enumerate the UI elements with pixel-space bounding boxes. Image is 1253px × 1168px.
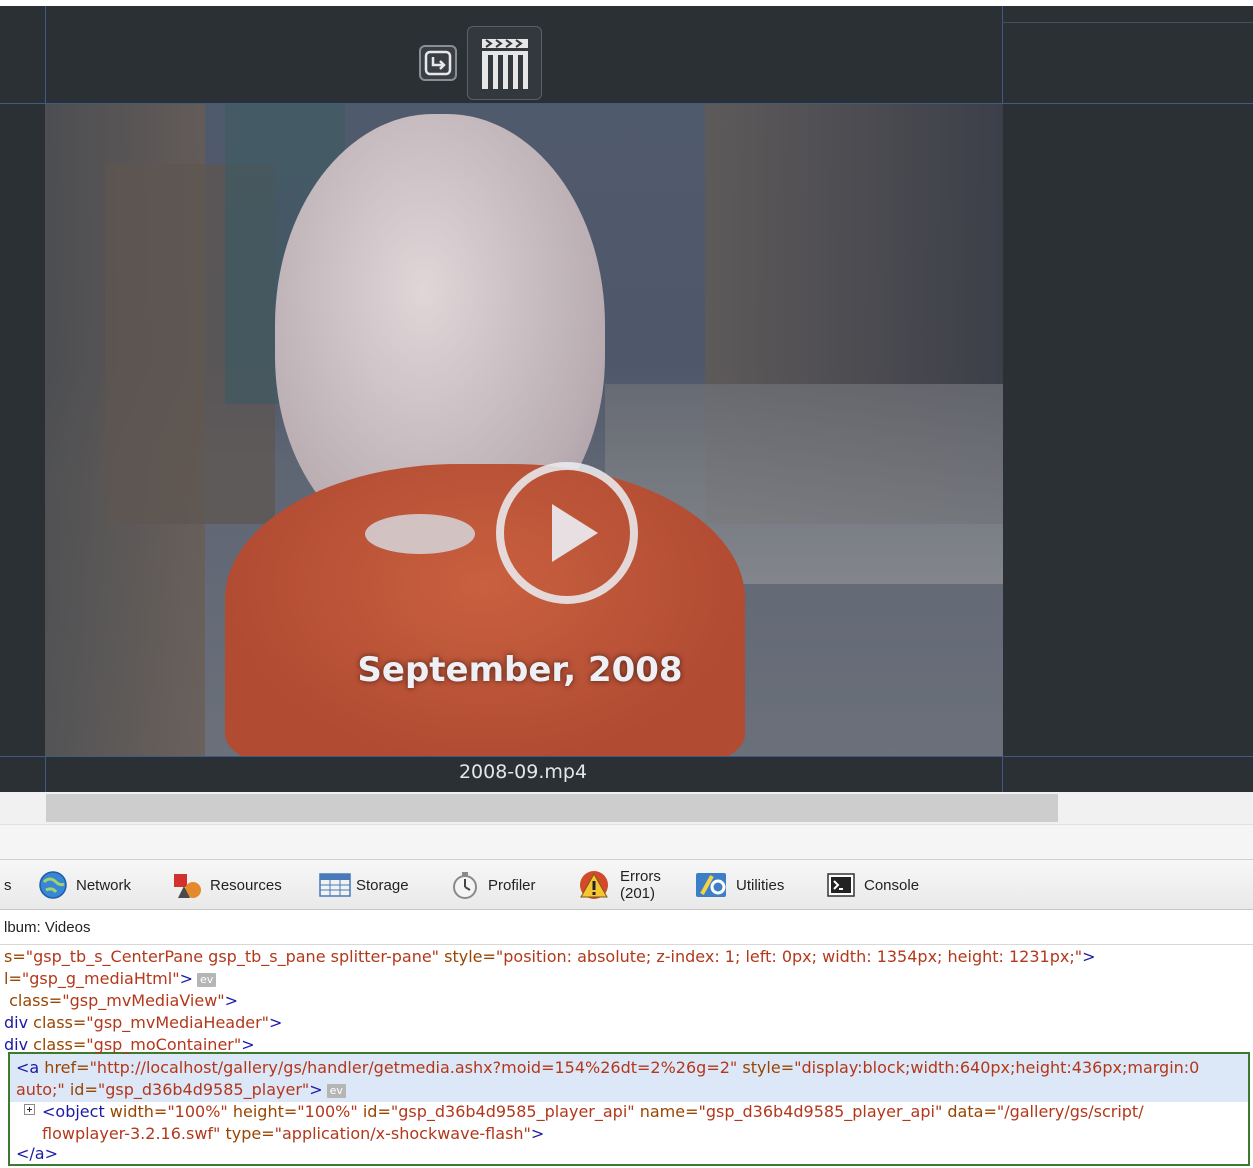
tab-storage[interactable]: Storage: [318, 860, 409, 910]
download-button[interactable]: [419, 45, 457, 81]
errors-count: (201): [620, 885, 656, 902]
dom-line[interactable]: class="gsp_mvMediaView">: [4, 990, 238, 1012]
top-strip: [0, 0, 1253, 6]
dom-line-selected[interactable]: <a href="http://localhost/gallery/gs/han…: [16, 1057, 1199, 1079]
dom-line[interactable]: </a>: [16, 1143, 58, 1165]
warning-icon: [576, 870, 612, 900]
tab-resources[interactable]: Resources: [172, 860, 282, 910]
video-caption: September, 2008: [357, 650, 683, 690]
console-icon: [826, 870, 856, 900]
layout-guide: [1002, 22, 1253, 23]
tab-utilities[interactable]: Utilities: [694, 860, 784, 910]
shapes-icon: [172, 870, 202, 900]
media-viewer: September, 2008 2008-09.mp4: [0, 0, 1253, 792]
tab-profiler[interactable]: Profiler: [450, 860, 536, 910]
event-badge[interactable]: ev: [196, 972, 217, 987]
expand-node-icon[interactable]: [24, 1104, 35, 1115]
tab-label: Network: [76, 876, 132, 894]
devtools-tab-bar: s Network Resources Storage Profiler Err…: [0, 860, 1253, 910]
tab-label: Storage: [356, 876, 409, 894]
play-icon: [552, 504, 598, 562]
tab-network[interactable]: Network: [38, 860, 131, 910]
play-button[interactable]: [496, 462, 638, 604]
tab-label: Utilities: [736, 876, 785, 894]
dom-line[interactable]: flowplayer-3.2.16.swf" type="application…: [42, 1123, 544, 1145]
tab-console[interactable]: Console: [826, 860, 919, 910]
table-icon: [318, 870, 351, 900]
layout-guide: [0, 756, 1253, 757]
tab-script[interactable]: s: [4, 860, 12, 910]
errors-title: Errors: [620, 868, 661, 885]
tab-label: Profiler: [488, 876, 536, 894]
dom-line-selected[interactable]: auto;" id="gsp_d36b4d9585_player"> ev: [16, 1079, 346, 1101]
tab-label: Console: [864, 876, 920, 894]
slideshow-button[interactable]: [467, 26, 542, 100]
media-filename: 2008-09.mp4: [458, 761, 588, 783]
errors-label: Errors (201): [620, 868, 661, 902]
utilities-icon: [694, 870, 728, 900]
globe-icon: [38, 870, 68, 900]
breadcrumb[interactable]: lbum: Videos: [0, 911, 1253, 945]
tab-label: Resources: [210, 876, 282, 894]
event-badge[interactable]: ev: [326, 1083, 346, 1098]
tab-errors[interactable]: Errors (201): [576, 860, 661, 910]
dom-line[interactable]: <object width="100%" height="100%" id="g…: [42, 1101, 1144, 1123]
scrollbar-thumb[interactable]: [46, 794, 1058, 822]
film-clapper-icon: [482, 39, 528, 89]
tab-label: s: [4, 876, 12, 894]
video-frame-collar: [365, 514, 475, 554]
video-frame-shirt: [225, 464, 745, 756]
splitter-bar[interactable]: [0, 824, 1253, 860]
dom-line[interactable]: div class="gsp_moContainer">: [4, 1034, 255, 1056]
dom-line[interactable]: div class="gsp_mvMediaHeader">: [4, 1012, 282, 1034]
dom-line[interactable]: s="gsp_tb_s_CenterPane gsp_tb_s_pane spl…: [4, 946, 1096, 968]
stopwatch-icon: [450, 870, 480, 900]
download-arrow-icon: [424, 50, 452, 76]
dom-line[interactable]: l="gsp_g_mediaHtml"> ev: [4, 968, 217, 990]
